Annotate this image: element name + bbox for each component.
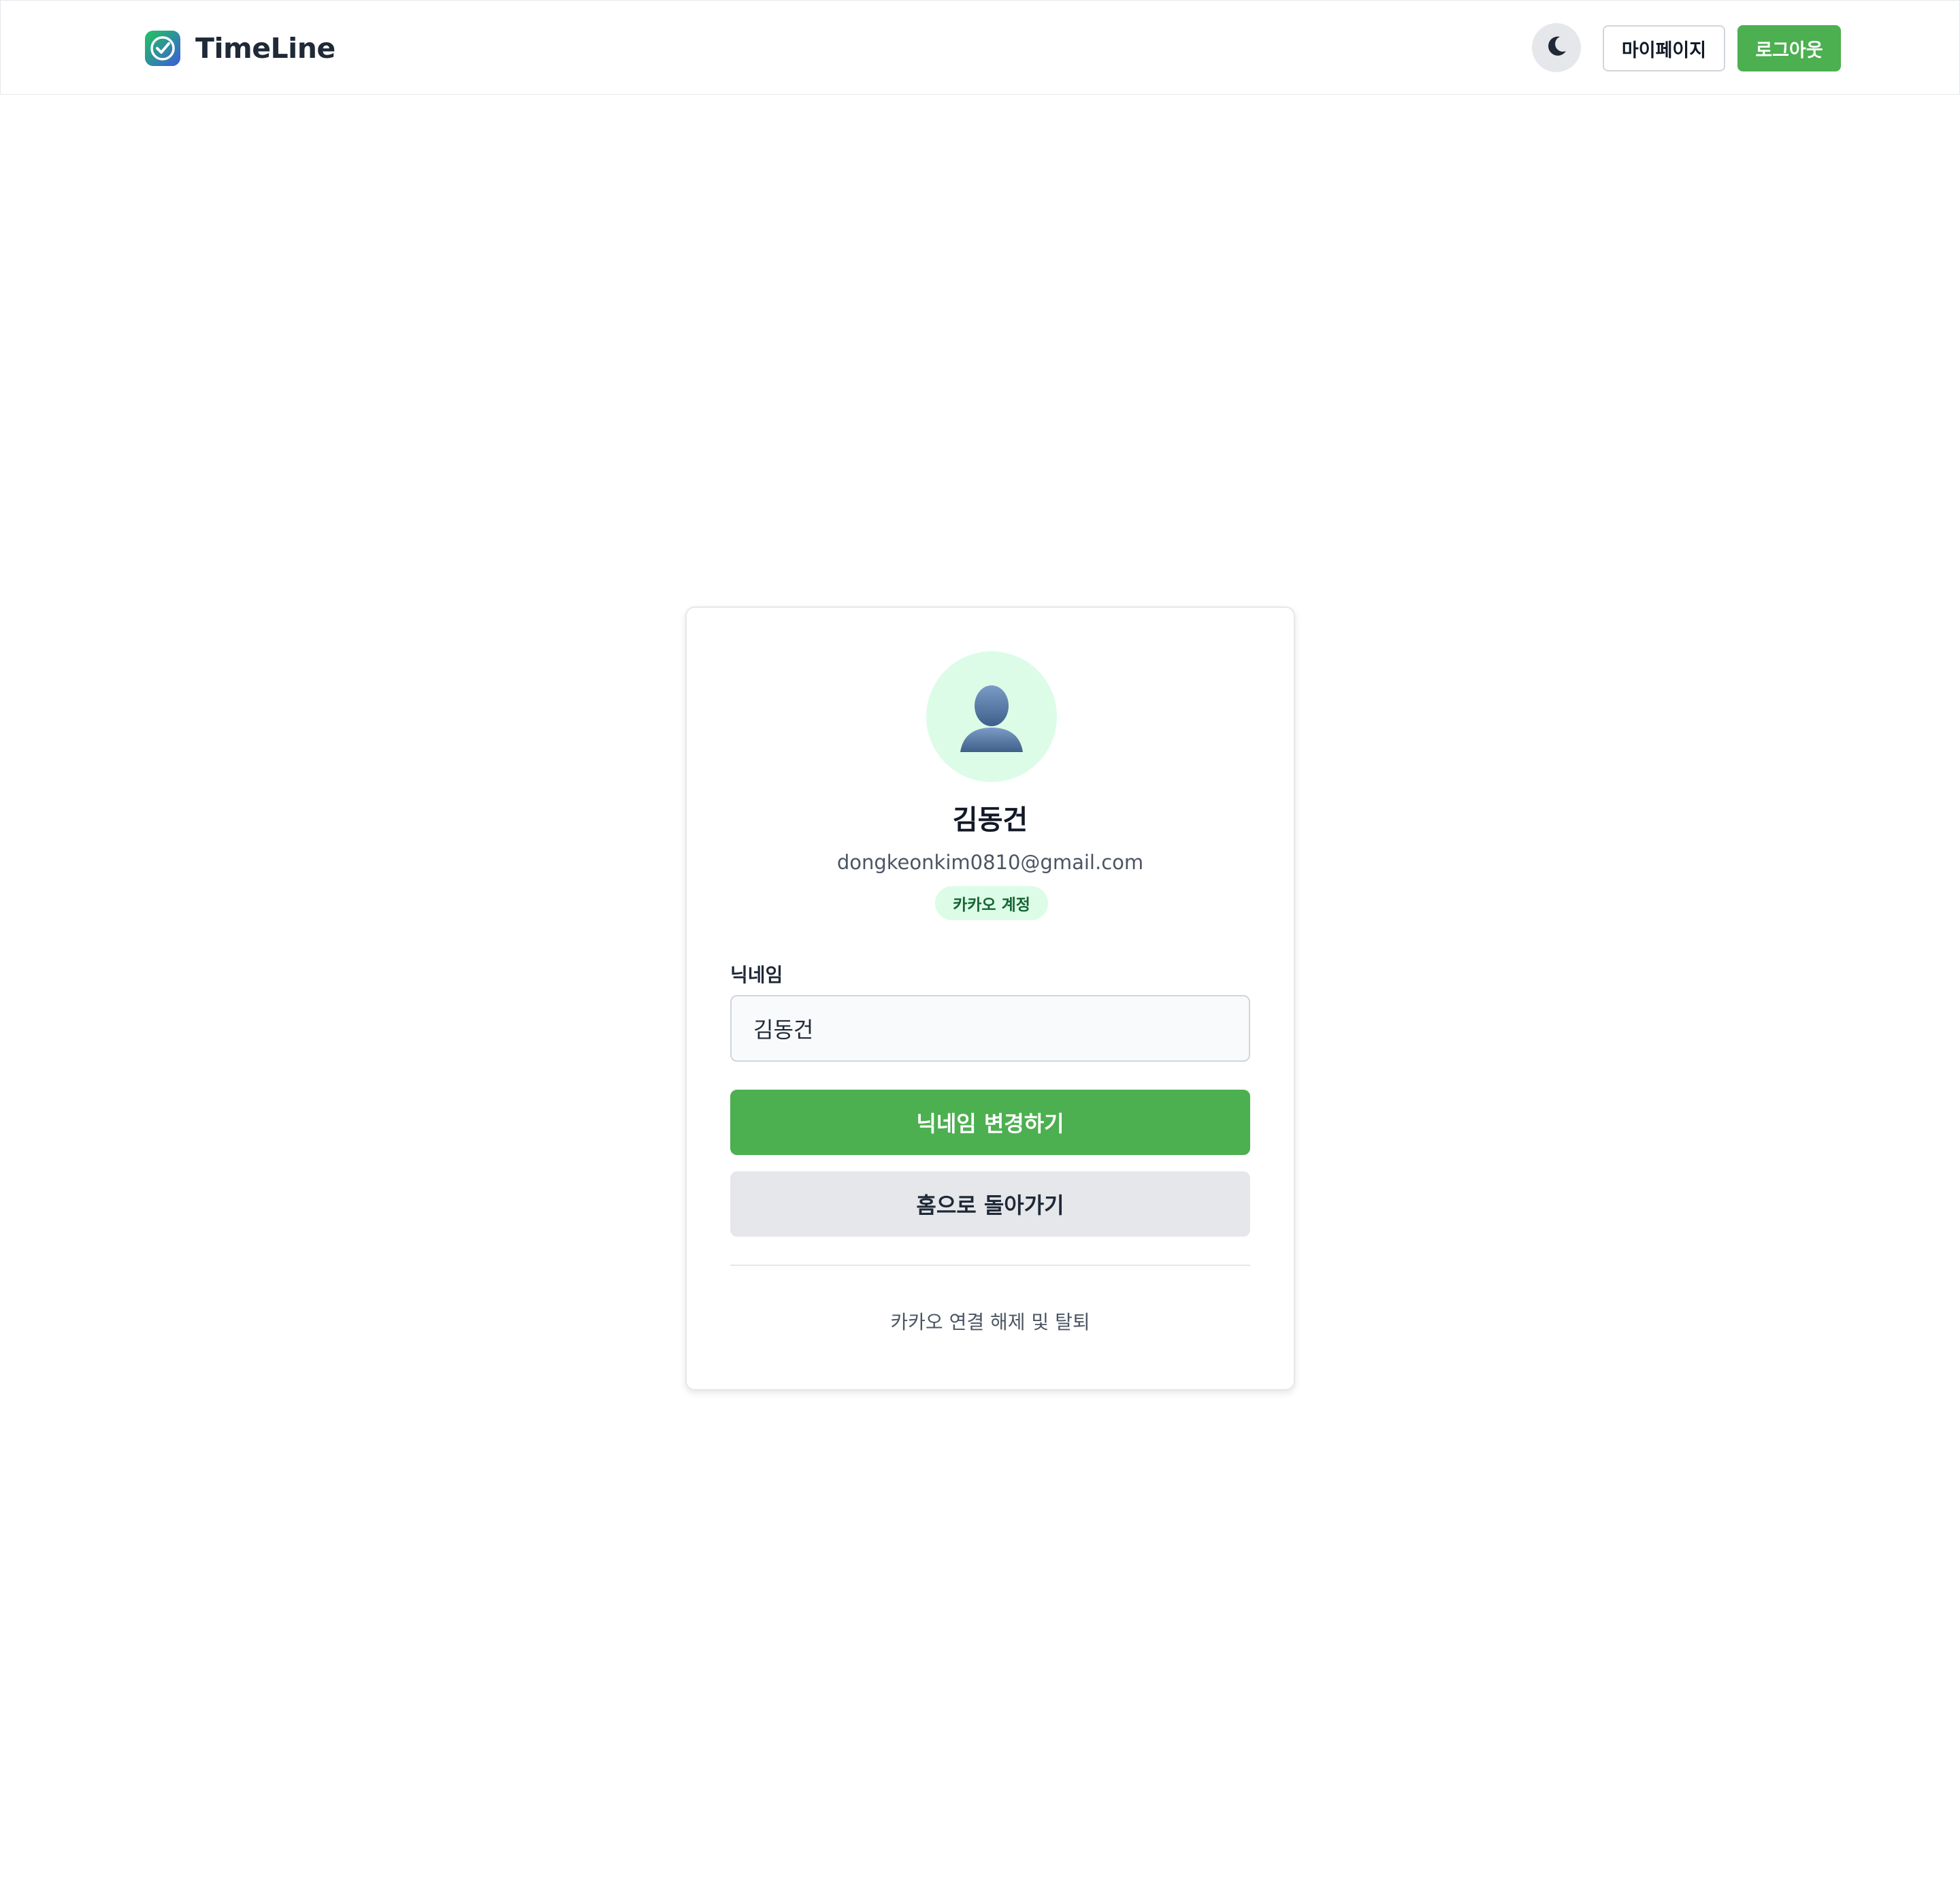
avatar: [926, 651, 1057, 782]
back-to-home-button[interactable]: 홈으로 돌아가기: [730, 1171, 1250, 1237]
change-nickname-button[interactable]: 닉네임 변경하기: [730, 1090, 1250, 1155]
user-name: 김동건: [952, 804, 1028, 836]
kakao-unlink-withdraw-link[interactable]: 카카오 연결 해제 및 탈퇴: [687, 1309, 1294, 1336]
account-type-badge: 카카오 계정: [935, 886, 1048, 920]
nickname-input[interactable]: [730, 995, 1250, 1062]
moon-icon: [1545, 35, 1568, 61]
theme-toggle-button[interactable]: [1532, 23, 1581, 72]
profile-card: 김동건 dongkeonkim0810@gmail.com 카카오 계정 닉네임…: [685, 606, 1295, 1390]
top-navigation-bar: TimeLine 마이페이지 로그아웃: [0, 0, 1960, 95]
brand-name[interactable]: TimeLine: [195, 28, 336, 69]
logout-button[interactable]: 로그아웃: [1737, 25, 1841, 71]
divider: [730, 1265, 1250, 1266]
check-circle-icon[interactable]: [145, 31, 180, 66]
user-email: dongkeonkim0810@gmail.com: [836, 851, 1144, 874]
user-silhouette-icon: [926, 685, 1057, 782]
mypage-button[interactable]: 마이페이지: [1603, 25, 1725, 71]
nickname-label: 닉네임: [730, 964, 783, 986]
